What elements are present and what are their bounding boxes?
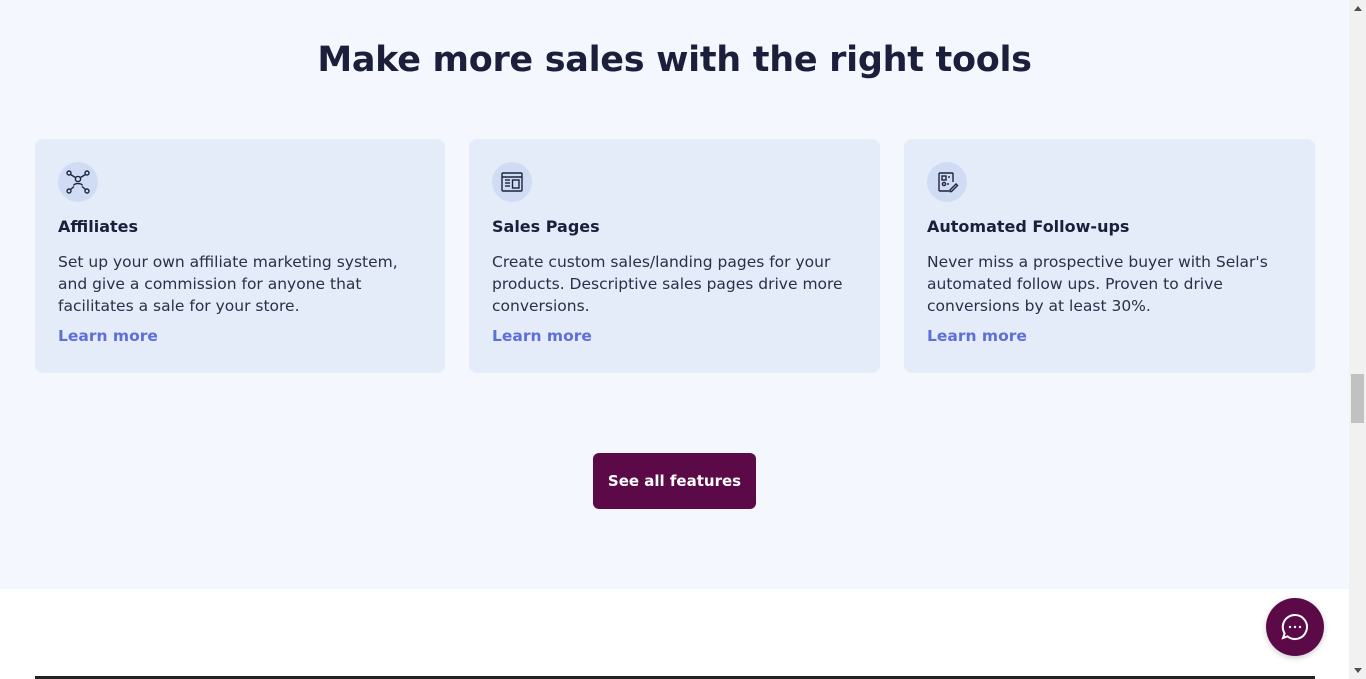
chat-button[interactable]: [1266, 598, 1324, 656]
card-description: Set up your own affiliate marketing syst…: [58, 253, 398, 315]
feature-card-affiliates: Affiliates Set up your own affiliate mar…: [35, 139, 445, 373]
card-description: Never miss a prospective buyer with Sela…: [927, 253, 1268, 315]
document-edit-icon: [927, 162, 967, 202]
feature-card-automated-follow-ups: Automated Follow-ups Never miss a prospe…: [904, 139, 1315, 373]
card-title: Automated Follow-ups: [927, 217, 1130, 236]
card-title: Affiliates: [58, 217, 139, 236]
section-heading: Make more sales with the right tools: [317, 40, 1032, 80]
see-all-features-button[interactable]: See all features: [593, 453, 756, 509]
learn-more-link-sales-pages[interactable]: Learn more: [492, 327, 592, 345]
feature-card-sales-pages: Sales Pages Create custom sales/landing …: [469, 139, 880, 373]
learn-more-link-automated-follow-ups[interactable]: Learn more: [927, 327, 1027, 345]
scroll-down-arrow-icon[interactable]: [1349, 662, 1366, 679]
card-description: Create custom sales/landing pages for yo…: [492, 253, 843, 315]
card-title: Sales Pages: [492, 217, 600, 236]
vertical-scrollbar[interactable]: [1349, 0, 1366, 679]
network-icon: [58, 162, 98, 202]
chat-bubble-icon: [1281, 613, 1308, 640]
scroll-up-arrow-icon[interactable]: [1349, 0, 1366, 17]
features-section: Make more sales with the right tools Aff…: [0, 0, 1349, 589]
sales-page-icon: [492, 162, 532, 202]
scrollbar-thumb[interactable]: [1351, 374, 1364, 423]
learn-more-link-affiliates[interactable]: Learn more: [58, 327, 158, 345]
